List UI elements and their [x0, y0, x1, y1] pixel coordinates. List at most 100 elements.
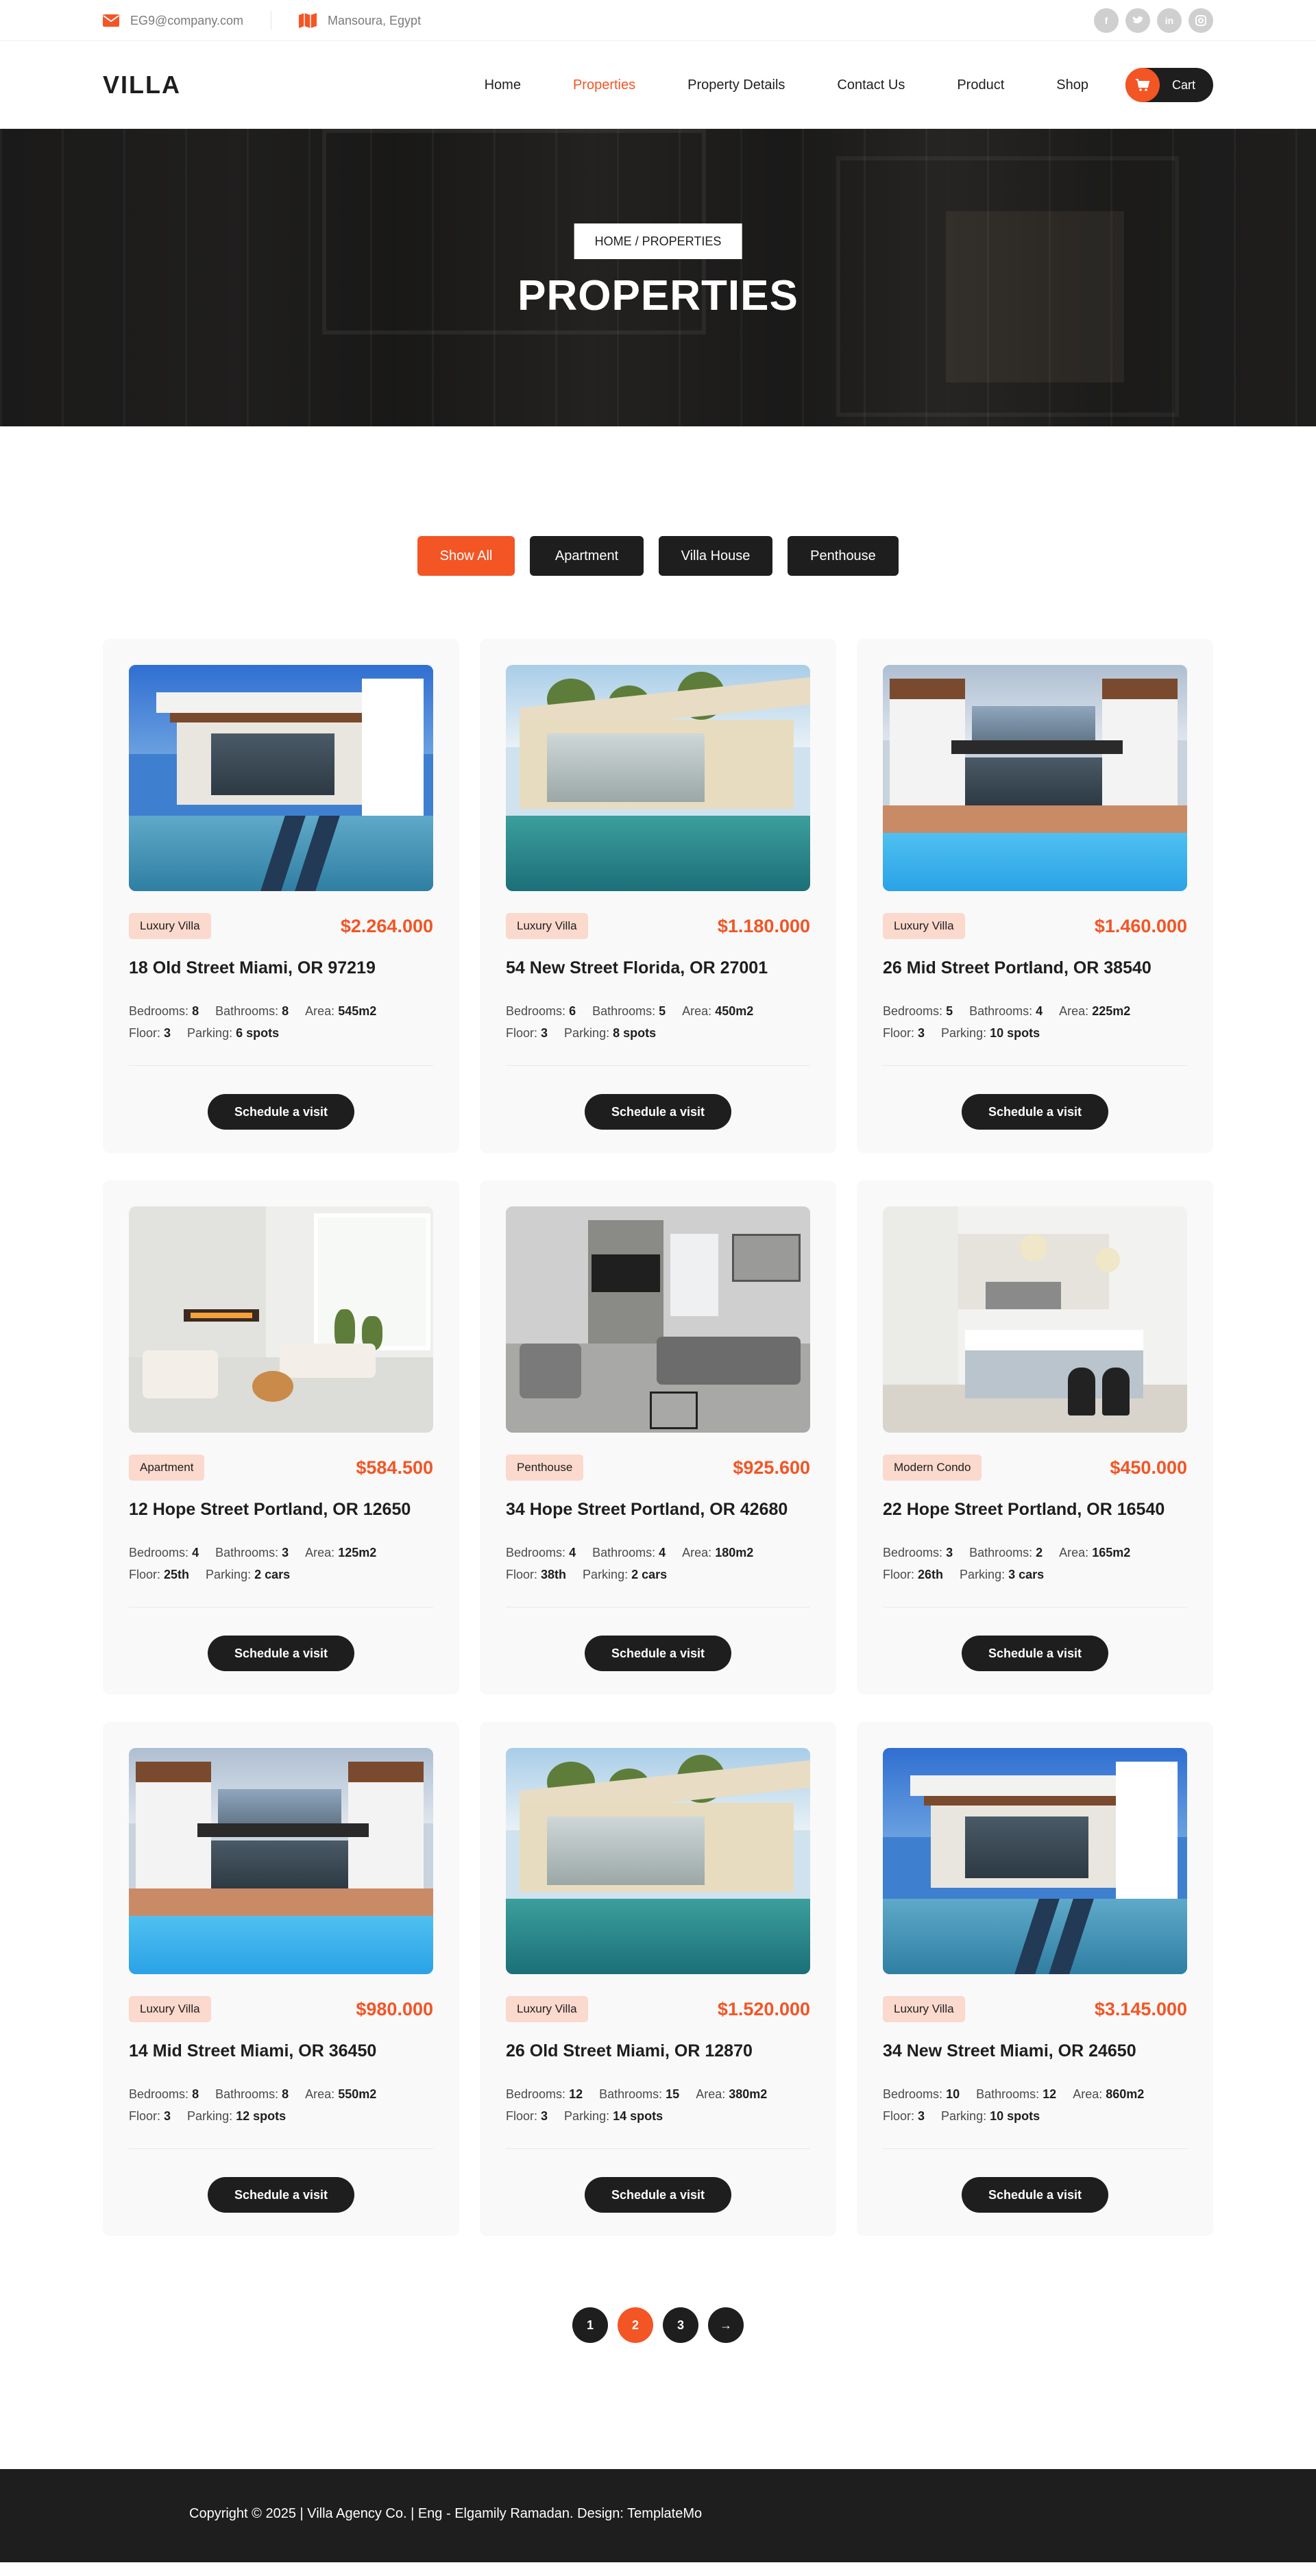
card-divider — [883, 2148, 1187, 2149]
property-address[interactable]: 14 Mid Street Miami, OR 36450 — [129, 2041, 433, 2061]
spec-bathrooms: Bathrooms: 12 — [976, 2087, 1057, 2101]
property-address[interactable]: 34 Hope Street Portland, OR 42680 — [506, 1500, 810, 1520]
spec-parking: Parking: 2 cars — [583, 1568, 668, 1581]
nav-contact-us[interactable]: Contact Us — [837, 77, 905, 93]
nav-product[interactable]: Product — [957, 77, 1004, 93]
property-price: $1.180.000 — [717, 915, 810, 936]
spec-bathrooms: Bathrooms: 4 — [969, 1004, 1043, 1018]
spec-bathrooms: Bathrooms: 2 — [969, 1546, 1043, 1559]
schedule-visit-button[interactable]: Schedule a visit — [585, 1636, 731, 1671]
property-price: $1.460.000 — [1094, 915, 1187, 936]
property-address[interactable]: 22 Hope Street Portland, OR 16540 — [883, 1500, 1187, 1520]
nav-shop[interactable]: Shop — [1056, 77, 1088, 93]
property-image[interactable] — [129, 665, 433, 891]
spec-bedrooms: Bedrooms: 12 — [506, 2087, 583, 2101]
property-specs: Bedrooms: 4 Bathrooms: 4 Area: 180m2 Flo… — [506, 1542, 794, 1585]
property-type-badge[interactable]: Luxury Villa — [883, 913, 965, 939]
spec-bathrooms: Bathrooms: 15 — [599, 2087, 680, 2101]
page-1-button[interactable]: 1 — [572, 2307, 608, 2343]
spec-floor: Floor: 3 — [129, 2109, 171, 2123]
schedule-visit-button[interactable]: Schedule a visit — [962, 1094, 1108, 1130]
facebook-icon[interactable]: f — [1094, 8, 1119, 33]
property-specs: Bedrooms: 6 Bathrooms: 5 Area: 450m2 Flo… — [506, 1000, 794, 1044]
property-address[interactable]: 18 Old Street Miami, OR 97219 — [129, 958, 433, 978]
card-meta-row: Luxury Villa $2.264.000 — [129, 913, 433, 939]
property-specs: Bedrooms: 3 Bathrooms: 2 Area: 165m2 Flo… — [883, 1542, 1171, 1585]
property-image[interactable] — [129, 1748, 433, 1974]
property-card: Luxury Villa $1.460.000 26 Mid Street Po… — [857, 639, 1213, 1153]
filter-apartment[interactable]: Apartment — [530, 536, 644, 576]
page-2-button[interactable]: 2 — [618, 2307, 653, 2343]
spec-area: Area: 545m2 — [305, 1004, 377, 1018]
property-image[interactable] — [506, 665, 810, 891]
property-card: Luxury Villa $1.520.000 26 Old Street Mi… — [480, 1722, 836, 2236]
filter-show-all[interactable]: Show All — [417, 536, 515, 576]
instagram-icon[interactable] — [1189, 8, 1213, 33]
spec-bedrooms: Bedrooms: 8 — [129, 2087, 199, 2101]
nav-property-details[interactable]: Property Details — [687, 77, 785, 93]
cart-button[interactable]: Cart — [1125, 68, 1213, 102]
property-type-badge[interactable]: Luxury Villa — [883, 1996, 965, 2022]
card-meta-row: Luxury Villa $3.145.000 — [883, 1996, 1187, 2022]
linkedin-icon[interactable]: in — [1157, 8, 1182, 33]
property-image[interactable] — [506, 1748, 810, 1974]
spec-bathrooms: Bathrooms: 8 — [215, 2087, 289, 2101]
property-address[interactable]: 34 New Street Miami, OR 24650 — [883, 2041, 1187, 2061]
spec-bathrooms: Bathrooms: 4 — [592, 1546, 666, 1559]
schedule-visit-button[interactable]: Schedule a visit — [208, 2177, 354, 2213]
property-image[interactable] — [506, 1206, 810, 1433]
social-links: f in — [1094, 8, 1213, 33]
site-footer: Copyright © 2025 | Villa Agency Co. | En… — [0, 2469, 1316, 2562]
spec-area: Area: 225m2 — [1059, 1004, 1131, 1018]
property-image[interactable] — [129, 1206, 433, 1433]
property-type-badge[interactable]: Penthouse — [506, 1455, 584, 1481]
schedule-visit-button[interactable]: Schedule a visit — [585, 2177, 731, 2213]
spec-floor: Floor: 3 — [883, 2109, 925, 2123]
property-specs: Bedrooms: 5 Bathrooms: 4 Area: 225m2 Flo… — [883, 1000, 1171, 1044]
nav-properties[interactable]: Properties — [573, 77, 635, 93]
filter-penthouse[interactable]: Penthouse — [788, 536, 899, 576]
next-page-arrow-icon[interactable]: → — [708, 2307, 744, 2343]
card-divider — [129, 1065, 433, 1066]
property-price: $584.500 — [356, 1457, 433, 1478]
twitter-icon[interactable] — [1125, 8, 1150, 33]
schedule-visit-button[interactable]: Schedule a visit — [208, 1636, 354, 1671]
property-type-badge[interactable]: Luxury Villa — [129, 1996, 211, 2022]
nav-home[interactable]: Home — [485, 77, 521, 93]
top-bar: EG9@company.com Mansoura, Egypt f in — [0, 0, 1316, 41]
contact-location[interactable]: Mansoura, Egypt — [299, 13, 421, 28]
spec-bedrooms: Bedrooms: 6 — [506, 1004, 576, 1018]
schedule-visit-button[interactable]: Schedule a visit — [962, 1636, 1108, 1671]
spec-parking: Parking: 10 spots — [941, 1026, 1040, 1040]
schedule-visit-button[interactable]: Schedule a visit — [585, 1094, 731, 1130]
property-address[interactable]: 54 New Street Florida, OR 27001 — [506, 958, 810, 978]
contact-email[interactable]: EG9@company.com — [103, 14, 243, 28]
page-3-button[interactable]: 3 — [663, 2307, 698, 2343]
pagination: 1 2 3 → — [0, 2307, 1316, 2343]
page-hero: HOME / PROPERTIES PROPERTIES — [0, 129, 1316, 426]
property-type-badge[interactable]: Modern Condo — [883, 1455, 982, 1481]
property-card: Penthouse $925.600 34 Hope Street Portla… — [480, 1180, 836, 1694]
property-type-badge[interactable]: Luxury Villa — [506, 1996, 588, 2022]
property-type-badge[interactable]: Apartment — [129, 1455, 205, 1481]
site-logo[interactable]: VILLA — [103, 71, 181, 99]
property-price: $925.600 — [733, 1457, 810, 1478]
property-image[interactable] — [883, 1748, 1187, 1974]
spec-bedrooms: Bedrooms: 3 — [883, 1546, 953, 1559]
property-address[interactable]: 26 Old Street Miami, OR 12870 — [506, 2041, 810, 2061]
property-address[interactable]: 26 Mid Street Portland, OR 38540 — [883, 958, 1187, 978]
spec-floor: Floor: 3 — [506, 1026, 548, 1040]
breadcrumb[interactable]: HOME / PROPERTIES — [574, 223, 742, 259]
property-type-badge[interactable]: Luxury Villa — [506, 913, 588, 939]
card-meta-row: Luxury Villa $1.180.000 — [506, 913, 810, 939]
email-text: EG9@company.com — [130, 13, 243, 27]
property-image[interactable] — [883, 665, 1187, 891]
filter-villa-house[interactable]: Villa House — [659, 536, 772, 576]
schedule-visit-button[interactable]: Schedule a visit — [208, 1094, 354, 1130]
property-type-badge[interactable]: Luxury Villa — [129, 913, 211, 939]
cart-icon — [1125, 68, 1160, 102]
property-address[interactable]: 12 Hope Street Portland, OR 12650 — [129, 1500, 433, 1520]
property-image[interactable] — [883, 1206, 1187, 1433]
spec-area: Area: 450m2 — [682, 1004, 754, 1018]
schedule-visit-button[interactable]: Schedule a visit — [962, 2177, 1108, 2213]
